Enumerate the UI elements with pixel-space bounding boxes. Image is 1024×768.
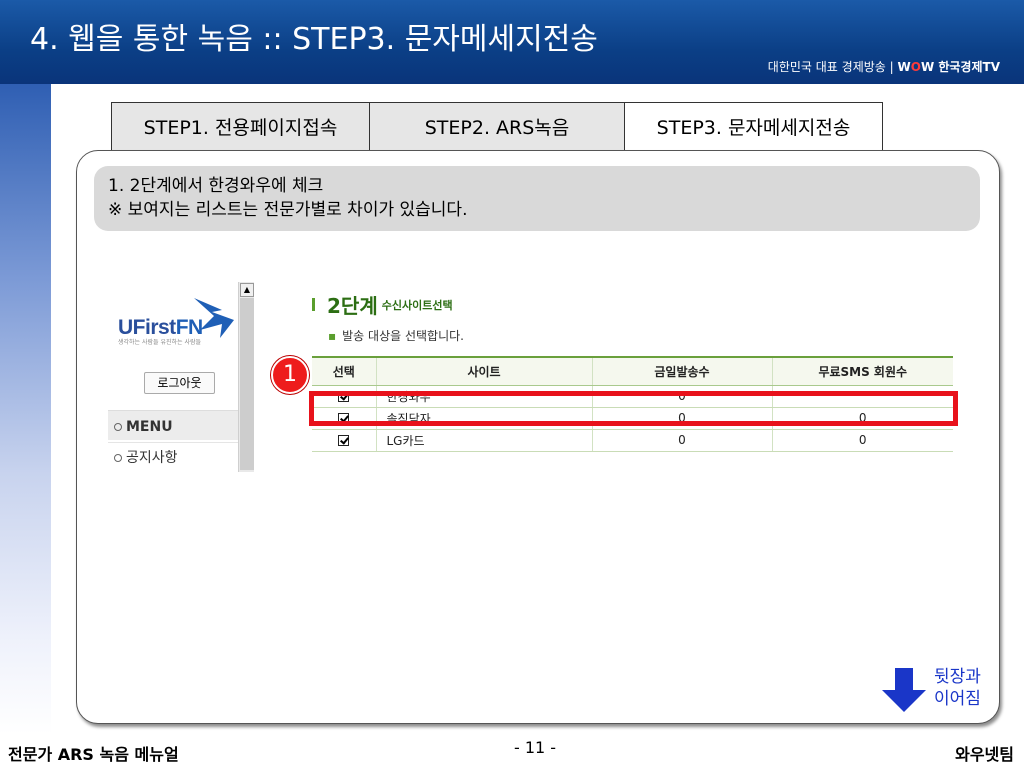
step2-description: ▪ 발송 대상을 선택합니다.: [328, 327, 464, 344]
step2-small-label: 수신사이트선택: [381, 298, 453, 312]
continued-line-2: 이어짐: [934, 689, 981, 709]
free-count: 0: [771, 429, 953, 452]
continued-line-1: 뒷장과: [934, 667, 981, 687]
menu-item-label: 공지사항: [126, 450, 178, 466]
col-header-site: 사이트: [375, 356, 592, 386]
brand-logo: WOW 한국경제TV: [897, 60, 1000, 74]
step-tabs: STEP1. 전용페이지접속 STEP2. ARS녹음 STEP3. 문자메세지…: [111, 102, 883, 150]
menu-label: MENU: [126, 419, 173, 435]
footer-manual-title: 전문가 ARS 녹음 메뉴얼: [8, 745, 179, 764]
slide-title: 4. 웹을 통한 녹음 :: STEP3. 문자메세지전송: [30, 22, 598, 57]
highlight-box: [309, 391, 958, 426]
logo-arrow-icon: [194, 298, 234, 338]
circle-bullet-icon: [114, 454, 122, 462]
site-name: LG카드: [375, 429, 592, 452]
header-subtitle: 대한민국 대표 경제방송 | WOW 한국경제TV: [768, 58, 1000, 75]
table-header-row: 선택 사이트 금일발송수 무료SMS 회원수: [312, 356, 953, 386]
scroll-up-icon[interactable]: ▲: [240, 283, 254, 297]
note-line-2: ※ 보여지는 리스트는 전문가별로 차이가 있습니다.: [108, 200, 468, 220]
menu-header: MENU: [108, 410, 238, 440]
brand-rest: W 한국경제TV: [920, 60, 1000, 74]
brand-o: O: [910, 60, 921, 74]
col-header-select: 선택: [312, 356, 376, 386]
continued-note: 뒷장과 이어짐: [934, 666, 981, 710]
scroll-thumb[interactable]: [240, 298, 254, 470]
note-line-1: 1. 2단계에서 한경와우에 체크: [108, 176, 324, 196]
brand-w: W: [897, 60, 911, 74]
scrollbar[interactable]: ▲: [238, 282, 254, 472]
tab-step2[interactable]: STEP2. ARS녹음: [370, 102, 625, 150]
col-header-free: 무료SMS 회원수: [771, 356, 953, 386]
step2-desc-text: 발송 대상을 선택합니다.: [342, 329, 464, 343]
logo-main: UFirst: [118, 316, 176, 339]
table-row: LG카드 0 0: [312, 429, 953, 452]
tab-step1[interactable]: STEP1. 전용페이지접속: [111, 102, 370, 150]
step2-title: 2단계 수신사이트선택: [312, 290, 453, 319]
tab-step3[interactable]: STEP3. 문자메세지전송: [625, 102, 883, 150]
dot-bullet-icon: ▪: [328, 329, 337, 343]
circle-bullet-icon: [114, 423, 122, 431]
footer-team: 와우넷팀: [955, 745, 1014, 764]
arrow-down-icon: [882, 668, 926, 712]
checkbox-checked[interactable]: [338, 435, 350, 446]
left-gradient-bar: [0, 84, 51, 734]
logout-button[interactable]: 로그아웃: [144, 372, 215, 394]
slide-header: 4. 웹을 통한 녹음 :: STEP3. 문자메세지전송 대한민국 대표 경제…: [0, 0, 1024, 84]
header-subtitle-prefix: 대한민국 대표 경제방송 |: [767, 60, 898, 74]
logo-tagline: 생각하는 사람들 유진하는 사람들: [118, 339, 202, 346]
page-number: - 11 -: [514, 738, 557, 757]
col-header-today: 금일발송수: [591, 356, 772, 386]
step-number-badge: 1: [271, 356, 309, 394]
instruction-note: 1. 2단계에서 한경와우에 체크 ※ 보여지는 리스트는 전문가별로 차이가 …: [94, 166, 980, 231]
step2-big-label: 2단계: [327, 294, 378, 318]
today-count: 0: [591, 429, 772, 452]
title-bar-icon: [312, 298, 315, 311]
menu-item-notice[interactable]: 공지사항: [108, 442, 238, 468]
